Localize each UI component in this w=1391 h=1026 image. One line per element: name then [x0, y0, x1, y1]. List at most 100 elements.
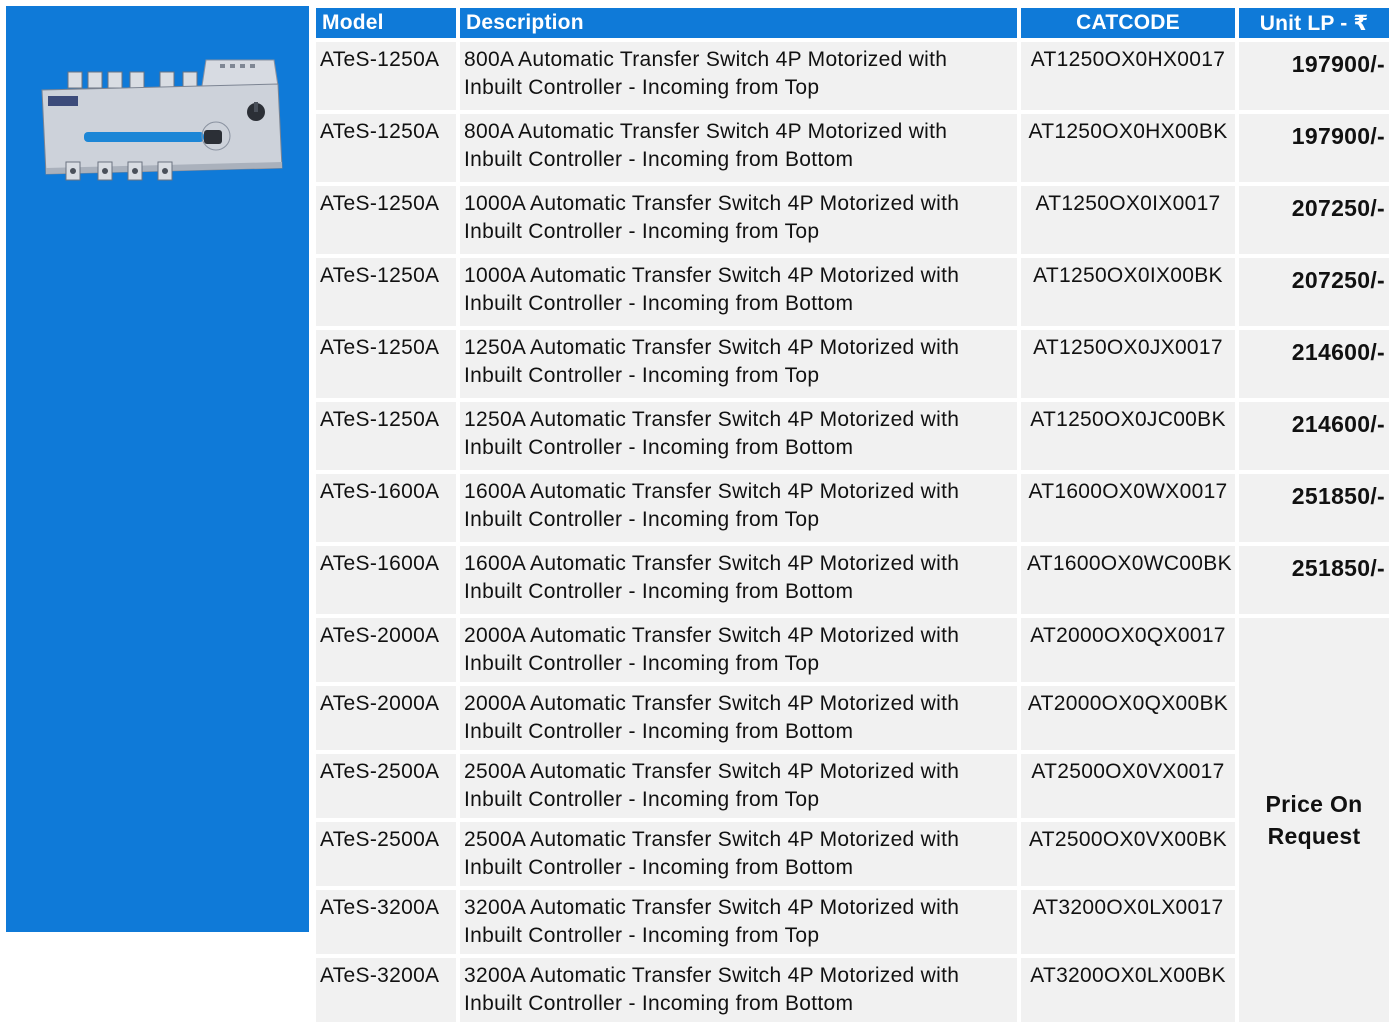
table-row: ATeS-1250A 1000A Automatic Transfer Switc…: [316, 186, 1389, 254]
price-table: Model Description CATCODE Unit LP - ₹ AT…: [312, 4, 1391, 1026]
model-cell: ATeS-2000A: [316, 686, 456, 750]
header-catcode: CATCODE: [1021, 8, 1235, 38]
description-cell: 2000A Automatic Transfer Switch 4P Motor…: [460, 618, 1017, 682]
model-cell: ATeS-3200A: [316, 890, 456, 954]
description-line-1: 1250A Automatic Transfer Switch 4P Motor…: [464, 408, 960, 431]
catcode-cell: AT1250OX0JX0017: [1021, 330, 1235, 398]
catcode-cell: AT1250OX0HX00BK: [1021, 114, 1235, 182]
description-line-1: 1600A Automatic Transfer Switch 4P Motor…: [464, 552, 960, 575]
description-cell: 800A Automatic Transfer Switch 4P Motori…: [460, 114, 1017, 182]
header-row: Model Description CATCODE Unit LP - ₹: [316, 8, 1389, 38]
catcode-cell: AT1250OX0JC00BK: [1021, 402, 1235, 470]
description-cell: 1000A Automatic Transfer Switch 4P Motor…: [460, 186, 1017, 254]
table-row: ATeS-1250A 800A Automatic Transfer Switch…: [316, 114, 1389, 182]
catcode-cell: AT2500OX0VX00BK: [1021, 822, 1235, 886]
description-line-2: Inbuilt Controller - Incoming from Botto…: [464, 436, 854, 459]
price-on-request-cell: Price On Request: [1239, 618, 1389, 1022]
table-row: ATeS-1250A 800A Automatic Transfer Switch…: [316, 42, 1389, 110]
description-line-1: 800A Automatic Transfer Switch 4P Motori…: [464, 120, 948, 143]
description-line-1: 1250A Automatic Transfer Switch 4P Motor…: [464, 336, 960, 359]
model-cell: ATeS-2500A: [316, 754, 456, 818]
automatic-transfer-switch-icon: [41, 59, 283, 181]
price-cell: 214600/-: [1239, 402, 1389, 470]
catcode-cell: AT1600OX0WC00BK: [1021, 546, 1235, 614]
description-cell: 2500A Automatic Transfer Switch 4P Motor…: [460, 822, 1017, 886]
description-line-2: Inbuilt Controller - Incoming from Botto…: [464, 148, 854, 171]
price-on-request-line-1: Price On: [1265, 791, 1363, 817]
model-cell: ATeS-1250A: [316, 42, 456, 110]
description-line-1: 1600A Automatic Transfer Switch 4P Motor…: [464, 480, 960, 503]
catcode-cell: AT1250OX0IX0017: [1021, 186, 1235, 254]
description-cell: 1250A Automatic Transfer Switch 4P Motor…: [460, 402, 1017, 470]
description-line-2: Inbuilt Controller - Incoming from Top: [464, 76, 820, 99]
model-cell: ATeS-1250A: [316, 258, 456, 326]
table-row: ATeS-2000A 2000A Automatic Transfer Switc…: [316, 618, 1389, 1022]
catcode-cell: AT1250OX0IX00BK: [1021, 258, 1235, 326]
description-cell: 800A Automatic Transfer Switch 4P Motori…: [460, 42, 1017, 110]
description-line-1: 2500A Automatic Transfer Switch 4P Motor…: [464, 828, 960, 851]
description-line-2: Inbuilt Controller - Incoming from Botto…: [464, 720, 854, 743]
description-cell: 2500A Automatic Transfer Switch 4P Motor…: [460, 754, 1017, 818]
price-cell: 207250/-: [1239, 186, 1389, 254]
description-line-1: 2000A Automatic Transfer Switch 4P Motor…: [464, 624, 960, 647]
catcode-cell: AT2000OX0QX0017: [1021, 618, 1235, 682]
description-cell: 1000A Automatic Transfer Switch 4P Motor…: [460, 258, 1017, 326]
catcode-cell: AT1600OX0WX0017: [1021, 474, 1235, 542]
table-row: ATeS-2500A 2500A Automatic Transfer Switc…: [316, 822, 1389, 886]
description-line-2: Inbuilt Controller - Incoming from Botto…: [464, 580, 854, 603]
description-line-1: 1000A Automatic Transfer Switch 4P Motor…: [464, 192, 960, 215]
price-on-request-line-2: Request: [1267, 823, 1361, 849]
description-cell: 3200A Automatic Transfer Switch 4P Motor…: [460, 890, 1017, 954]
description-line-2: Inbuilt Controller - Incoming from Botto…: [464, 856, 854, 879]
description-line-1: 3200A Automatic Transfer Switch 4P Motor…: [464, 964, 960, 987]
header-description: Description: [460, 8, 1017, 38]
model-cell: ATeS-2500A: [316, 822, 456, 886]
description-line-1: 3200A Automatic Transfer Switch 4P Motor…: [464, 896, 960, 919]
description-cell: 2000A Automatic Transfer Switch 4P Motor…: [460, 686, 1017, 750]
description-line-2: Inbuilt Controller - Incoming from Top: [464, 220, 820, 243]
catcode-cell: AT3200OX0LX0017: [1021, 890, 1235, 954]
table-row: ATeS-1250A 1250A Automatic Transfer Switc…: [316, 330, 1389, 398]
description-line-1: 1000A Automatic Transfer Switch 4P Motor…: [464, 264, 960, 287]
description-line-2: Inbuilt Controller - Incoming from Botto…: [464, 992, 854, 1015]
header-unit-price: Unit LP - ₹: [1239, 8, 1389, 38]
description-line-2: Inbuilt Controller - Incoming from Top: [464, 788, 820, 811]
description-cell: 1250A Automatic Transfer Switch 4P Motor…: [460, 330, 1017, 398]
description-line-1: 800A Automatic Transfer Switch 4P Motori…: [464, 48, 948, 71]
price-cell: 207250/-: [1239, 258, 1389, 326]
catcode-cell: AT1250OX0HX0017: [1021, 42, 1235, 110]
description-line-2: Inbuilt Controller - Incoming from Botto…: [464, 292, 854, 315]
model-cell: ATeS-1250A: [316, 186, 456, 254]
table-row: ATeS-1250A 1000A Automatic Transfer Switc…: [316, 258, 1389, 326]
model-cell: ATeS-1250A: [316, 402, 456, 470]
price-cell: 214600/-: [1239, 330, 1389, 398]
model-cell: ATeS-1250A: [316, 114, 456, 182]
model-cell: ATeS-1250A: [316, 330, 456, 398]
price-cell: 197900/-: [1239, 42, 1389, 110]
table-row: ATeS-2000A 2000A Automatic Transfer Switc…: [316, 686, 1389, 750]
description-line-1: 2000A Automatic Transfer Switch 4P Motor…: [464, 692, 960, 715]
sidebar-panel: [6, 6, 309, 932]
table-row: ATeS-1600A 1600A Automatic Transfer Switc…: [316, 474, 1389, 542]
catcode-cell: AT2000OX0QX00BK: [1021, 686, 1235, 750]
header-model: Model: [316, 8, 456, 38]
description-cell: 3200A Automatic Transfer Switch 4P Motor…: [460, 958, 1017, 1022]
table-row: ATeS-1600A 1600A Automatic Transfer Switc…: [316, 546, 1389, 614]
model-cell: ATeS-1600A: [316, 474, 456, 542]
description-line-2: Inbuilt Controller - Incoming from Top: [464, 364, 820, 387]
catcode-cell: AT3200OX0LX00BK: [1021, 958, 1235, 1022]
description-line-2: Inbuilt Controller - Incoming from Top: [464, 652, 820, 675]
model-cell: ATeS-2000A: [316, 618, 456, 682]
description-cell: 1600A Automatic Transfer Switch 4P Motor…: [460, 546, 1017, 614]
description-line-1: 2500A Automatic Transfer Switch 4P Motor…: [464, 760, 960, 783]
model-cell: ATeS-1600A: [316, 546, 456, 614]
description-line-2: Inbuilt Controller - Incoming from Top: [464, 508, 820, 531]
table-row: ATeS-3200A 3200A Automatic Transfer Switc…: [316, 958, 1389, 1022]
description-cell: 1600A Automatic Transfer Switch 4P Motor…: [460, 474, 1017, 542]
table-row: ATeS-2500A 2500A Automatic Transfer Switc…: [316, 754, 1389, 818]
price-cell: 197900/-: [1239, 114, 1389, 182]
catcode-cell: AT2500OX0VX0017: [1021, 754, 1235, 818]
table-row: ATeS-3200A 3200A Automatic Transfer Switc…: [316, 890, 1389, 954]
price-cell: 251850/-: [1239, 474, 1389, 542]
price-cell: 251850/-: [1239, 546, 1389, 614]
